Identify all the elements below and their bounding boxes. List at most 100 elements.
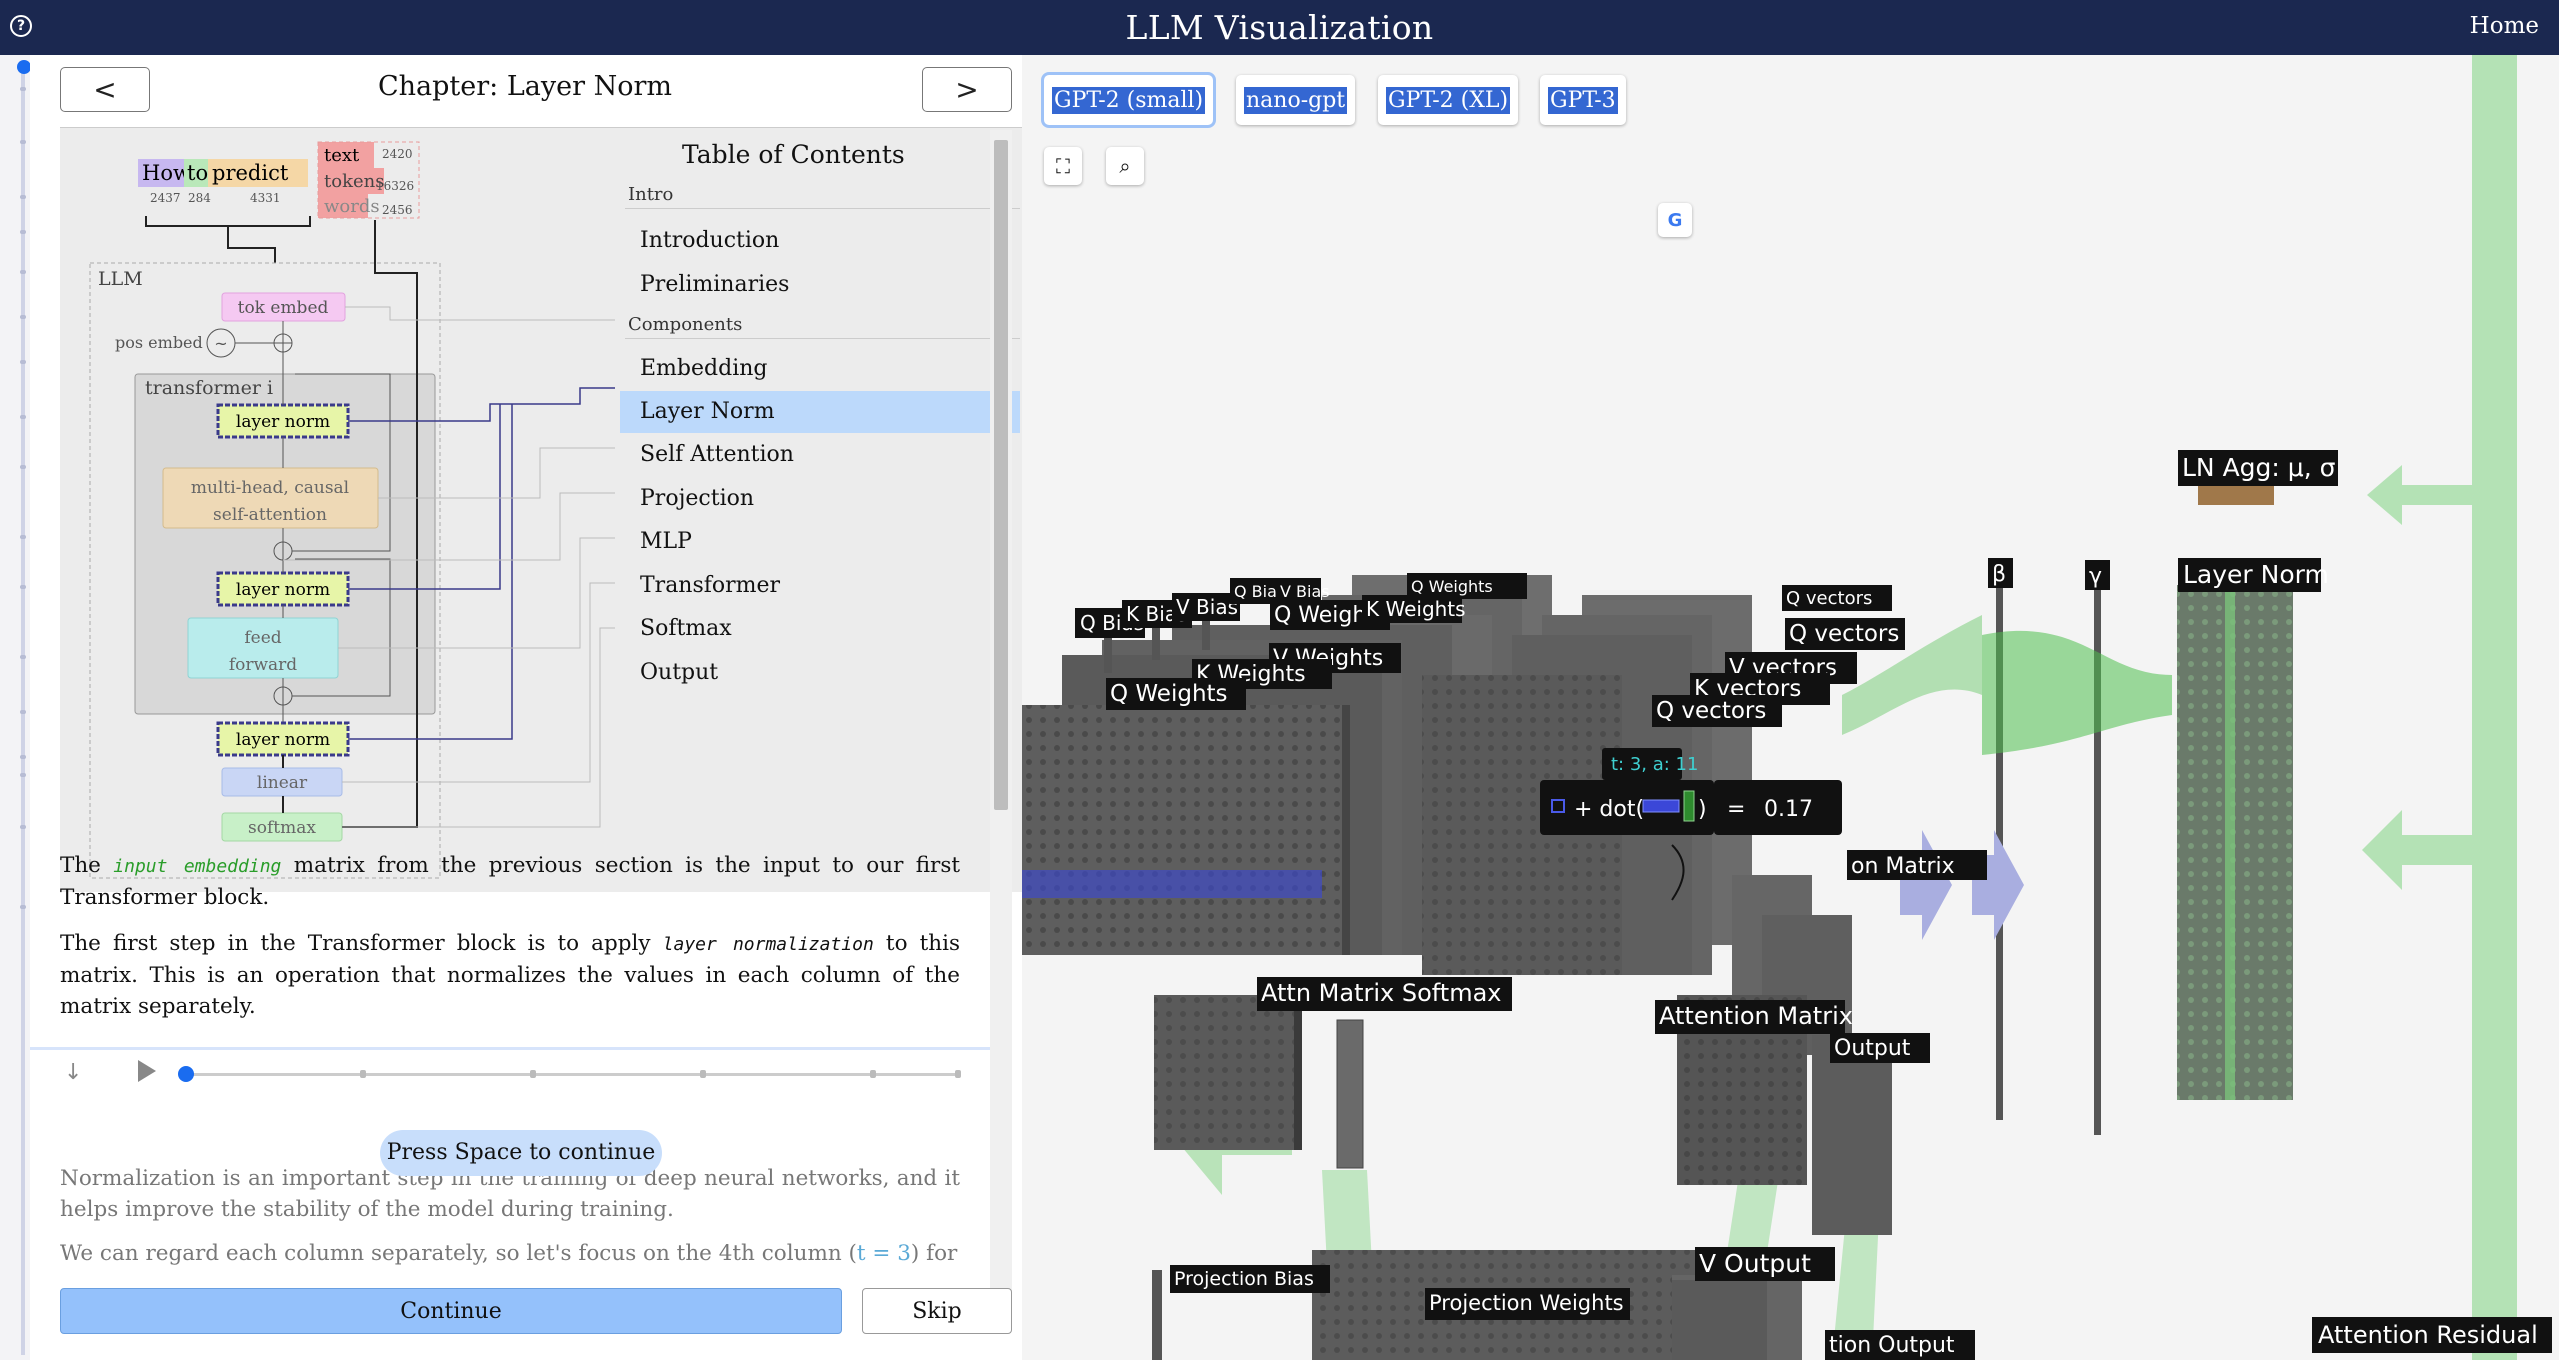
toc-item-preliminaries[interactable]: Preliminaries: [620, 264, 1020, 306]
rail-tick[interactable]: [20, 773, 26, 777]
search-icon[interactable]: ⌕: [1106, 147, 1144, 185]
rail-tick[interactable]: [20, 905, 26, 909]
prev-chapter-button[interactable]: <: [60, 67, 150, 112]
toc-item-mlp[interactable]: MLP: [620, 521, 1020, 563]
toc-item-embedding[interactable]: Embedding: [620, 348, 1020, 390]
softmax-agg-column[interactable]: [1336, 1019, 1364, 1169]
scrollbar-thumb[interactable]: [994, 140, 1008, 810]
layer-norm-highlight: [2225, 585, 2235, 1100]
label-v-output[interactable]: V Output: [1699, 1249, 1811, 1278]
toc-section-components: Components: [628, 314, 743, 335]
rail-tick[interactable]: [20, 415, 26, 419]
label-projection-bias[interactable]: Projection Bias: [1174, 1268, 1314, 1290]
output-slab[interactable]: [1812, 1035, 1892, 1235]
token-brace: [145, 216, 311, 263]
rail-tick[interactable]: [20, 230, 26, 234]
rail-tick[interactable]: [20, 465, 26, 469]
model-gpt2-xl-button[interactable]: GPT-2 (XL): [1378, 75, 1519, 125]
pos-embed-symbol: ~: [214, 334, 227, 353]
continue-button[interactable]: Continue: [60, 1288, 842, 1334]
toc-item-transformer[interactable]: Transformer: [620, 565, 1020, 607]
token-predict-label: predict: [212, 161, 289, 185]
toc-item-self-attention[interactable]: Self Attention: [620, 434, 1020, 476]
help-icon[interactable]: ?: [10, 15, 32, 37]
label-attention-matrix[interactable]: Attention Matrix: [1659, 1002, 1853, 1030]
step-tick[interactable]: [530, 1070, 536, 1078]
label-output[interactable]: Output: [1834, 1036, 1911, 1061]
next-chapter-button[interactable]: >: [922, 67, 1012, 112]
step-knob[interactable]: [178, 1066, 194, 1082]
panel-scrollbar[interactable]: [990, 130, 1012, 1330]
label-attn-softmax[interactable]: Attn Matrix Softmax: [1261, 979, 1502, 1007]
rail-tick[interactable]: [20, 585, 26, 589]
label-q-weights[interactable]: Q Weights: [1411, 577, 1493, 596]
play-icon[interactable]: [138, 1060, 156, 1082]
rail-tick[interactable]: [20, 195, 26, 199]
label-q-vectors[interactable]: Q vectors: [1656, 698, 1766, 724]
toc-item-softmax[interactable]: Softmax: [620, 608, 1020, 650]
overview-diagram: How to predict 2437 284 4331 text tokens…: [60, 127, 1022, 892]
label-beta[interactable]: β: [1992, 562, 2006, 587]
rail-tick[interactable]: [20, 755, 26, 759]
rail-tick[interactable]: [20, 87, 26, 91]
v-output-slab[interactable]: [1672, 1280, 1767, 1360]
translate-icon[interactable]: G: [1658, 203, 1692, 237]
label-q-weights[interactable]: Q Weights: [1110, 681, 1228, 707]
toc-item-layer-norm[interactable]: Layer Norm: [620, 391, 1020, 433]
3d-view[interactable]: t: 3, a: 11 + dot( ) = = 0.17 Q Bias K B…: [1022, 55, 2559, 1360]
step-tick[interactable]: [360, 1070, 366, 1078]
step-tick[interactable]: [870, 1070, 876, 1078]
legend-text: text: [324, 145, 360, 166]
toc-item-introduction[interactable]: Introduction: [620, 220, 1020, 262]
rail-tick[interactable]: [20, 315, 26, 319]
rail-tick[interactable]: [20, 710, 26, 714]
expand-icon[interactable]: ⛶: [1044, 147, 1082, 185]
skip-button[interactable]: Skip: [862, 1288, 1012, 1334]
token-how-label: How: [142, 161, 191, 185]
ln-agg-block[interactable]: [2198, 485, 2274, 505]
model-gpt2-small-button[interactable]: GPT-2 (small): [1044, 75, 1214, 125]
token-to-label: to: [187, 161, 208, 185]
toc-item-output[interactable]: Output: [620, 652, 1020, 694]
label-q-vectors[interactable]: Q vectors: [1789, 621, 1899, 647]
label-layer-norm[interactable]: Layer Norm: [2183, 560, 2329, 589]
down-arrow-icon[interactable]: ↓: [64, 1060, 82, 1085]
step-tick[interactable]: [700, 1070, 706, 1078]
label-gamma[interactable]: γ: [2089, 564, 2102, 589]
feed-forward-label-1: feed: [244, 628, 281, 648]
slab-edge: [1294, 995, 1302, 1150]
rail-tick[interactable]: [20, 655, 26, 659]
tooltip-close-paren: ): [1698, 797, 1707, 822]
step-tick[interactable]: [955, 1070, 961, 1078]
rail-tick[interactable]: [20, 825, 26, 829]
label-q-vectors[interactable]: Q vectors: [1786, 588, 1872, 609]
ln-flow: [1982, 630, 2172, 755]
rail-tick[interactable]: [20, 270, 26, 274]
3d-scene[interactable]: t: 3, a: 11 + dot( ) = = 0.17 Q Bias K B…: [1022, 55, 2559, 1360]
label-k-weights[interactable]: K Weights: [1366, 597, 1466, 621]
model-nano-gpt-button[interactable]: nano-gpt: [1236, 75, 1356, 125]
home-link[interactable]: Home: [2470, 13, 2539, 39]
label-on-matrix[interactable]: on Matrix: [1851, 854, 1955, 879]
label-projection-weights[interactable]: Projection Weights: [1429, 1291, 1624, 1315]
projection-bias[interactable]: [1152, 1270, 1162, 1360]
layer-norm-label: layer norm: [236, 580, 330, 600]
progress-rail-knob[interactable]: [17, 60, 31, 74]
residual-stream[interactable]: [2472, 55, 2517, 1360]
label-v-bias[interactable]: V Bias: [1176, 595, 1238, 619]
label-v-bias[interactable]: V Bias: [1280, 582, 1330, 601]
step-track[interactable]: [184, 1073, 960, 1076]
progress-rail[interactable]: [0, 55, 31, 1360]
rail-tick[interactable]: [20, 140, 26, 144]
legend-number: 2420: [382, 147, 413, 161]
input-embedding-term[interactable]: input embedding: [113, 856, 281, 877]
label-ln-agg[interactable]: LN Agg: μ, σ: [2182, 453, 2336, 482]
label-tion-output[interactable]: tion Output: [1829, 1333, 1955, 1358]
model-gpt3-button[interactable]: GPT-3: [1540, 75, 1626, 125]
rail-tick[interactable]: [20, 360, 26, 364]
rail-tick[interactable]: [20, 535, 26, 539]
toc-item-projection[interactable]: Projection: [620, 478, 1020, 520]
pos-embed-label: pos embed: [115, 333, 203, 352]
token-id: 4331: [250, 191, 281, 205]
label-attention-residual[interactable]: Attention Residual: [2318, 1321, 2538, 1349]
